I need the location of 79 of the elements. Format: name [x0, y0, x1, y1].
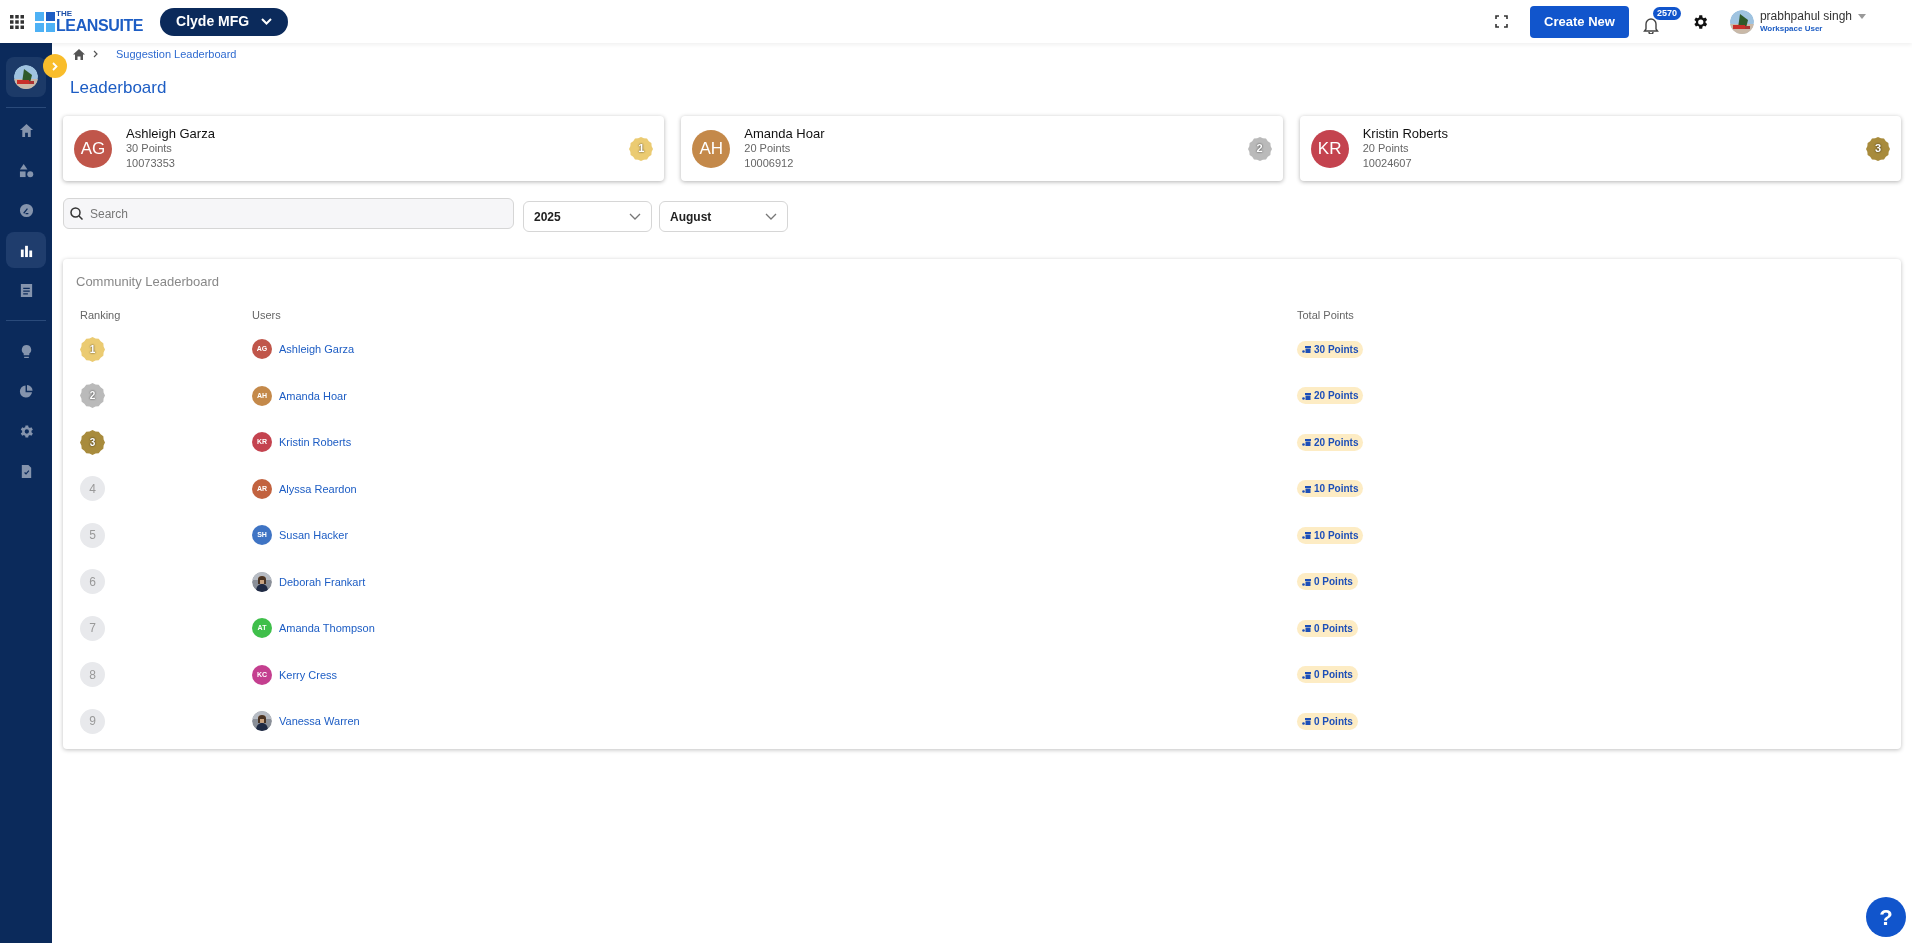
logo-icon [35, 11, 55, 32]
points-badge: 10 Points [1297, 526, 1364, 544]
chevron-right-icon [93, 50, 98, 58]
user-name: Ashleigh Garza [126, 126, 216, 141]
user-link[interactable]: Vanessa Warren [279, 713, 360, 730]
user-link[interactable]: Susan Hacker [279, 527, 349, 544]
apps-grid-icon[interactable] [10, 14, 24, 29]
page-title: Leaderboard [69, 77, 168, 99]
document-icon [18, 282, 34, 298]
logo-text: LEANSUITE [56, 17, 144, 34]
pie-chart-icon [18, 383, 34, 399]
rank-badge: 6 [80, 569, 105, 595]
rank-badge: 5 [80, 522, 105, 548]
user-link[interactable]: Kristin Roberts [279, 434, 352, 451]
create-new-button[interactable]: Create New [1530, 5, 1629, 38]
settings-icon [18, 423, 34, 439]
logo-small-text: THE [56, 9, 73, 18]
rank-number: 2 [1256, 141, 1263, 157]
search-icon [70, 207, 83, 220]
user-role: Workspace User [1759, 24, 1824, 34]
user-link[interactable]: Amanda Thompson [279, 620, 375, 637]
rank-number: 3 [1874, 141, 1882, 157]
year-dropdown[interactable]: 2025 [523, 201, 652, 232]
bell-icon[interactable] [1642, 15, 1659, 34]
month-dropdown[interactable]: August [659, 201, 788, 232]
rank-badge: 9 [80, 708, 105, 734]
fullscreen-icon[interactable] [1495, 15, 1509, 28]
points-text: 20 Points [1362, 141, 1410, 156]
points-badge: 10 Points [1297, 480, 1364, 498]
breadcrumb-link[interactable]: Suggestion Leaderboard [116, 45, 237, 63]
rank-badge: 8 [80, 662, 105, 688]
organization-dropdown[interactable]: Clyde MFG [160, 7, 289, 36]
rank-number: 2 [89, 389, 96, 404]
home-icon [18, 122, 34, 138]
user-avatar: AH [692, 129, 731, 168]
user-id: 10024607 [1362, 156, 1413, 171]
rank-number: 1 [638, 141, 645, 157]
user-link[interactable]: Deborah Frankart [279, 573, 366, 590]
rank-badge: 7 [80, 615, 105, 641]
user-avatar: AG [74, 129, 112, 168]
chevron-down-icon [261, 18, 273, 25]
chevron-right-icon [52, 61, 58, 71]
user-link[interactable]: Amanda Hoar [279, 387, 347, 404]
user-id: 10006912 [744, 156, 795, 171]
points-badge: 0 Points [1297, 619, 1358, 637]
user-name: Amanda Hoar [744, 126, 826, 141]
user-link[interactable]: Ashleigh Garza [279, 341, 355, 358]
help-button[interactable]: ? [1866, 897, 1906, 937]
home-icon[interactable] [73, 48, 85, 60]
points-badge: 0 Points [1297, 712, 1358, 730]
column-header: Ranking [80, 307, 122, 323]
user-link[interactable]: Kerry Cress [279, 666, 338, 683]
expand-sidebar-button[interactable] [43, 54, 67, 78]
column-header: Users [252, 307, 282, 323]
sidebar-item[interactable] [6, 232, 46, 268]
points-badge: 20 Points [1297, 433, 1364, 451]
column-header: Total Points [1297, 307, 1355, 323]
rank-number: 1 [89, 342, 96, 357]
user-avatar: KR [1310, 129, 1349, 168]
chevron-down-icon [629, 213, 641, 220]
user-link[interactable]: Alyssa Reardon [279, 480, 357, 497]
shapes-icon [18, 162, 34, 178]
search-field[interactable]: Search [63, 198, 514, 229]
gauge-icon [18, 202, 34, 218]
card-title: Community Leaderboard [76, 273, 221, 291]
rank-number: 3 [89, 435, 96, 450]
points-badge: 0 Points [1297, 666, 1358, 684]
points-badge: 20 Points [1297, 387, 1364, 405]
user-id: 10073353 [126, 156, 176, 171]
points-badge: 30 Points [1297, 340, 1364, 358]
rank-badge: 4 [80, 476, 105, 502]
caret-icon[interactable] [1858, 14, 1866, 19]
chevron-down-icon [765, 213, 777, 220]
points-badge: 0 Points [1297, 573, 1358, 591]
points-text: 30 Points [126, 141, 173, 156]
user-name[interactable]: prabhpahul singh [1759, 9, 1852, 24]
notification-badge: 2570 [1652, 6, 1681, 20]
points-text: 20 Points [744, 141, 792, 156]
user-name: Kristin Roberts [1362, 126, 1449, 141]
